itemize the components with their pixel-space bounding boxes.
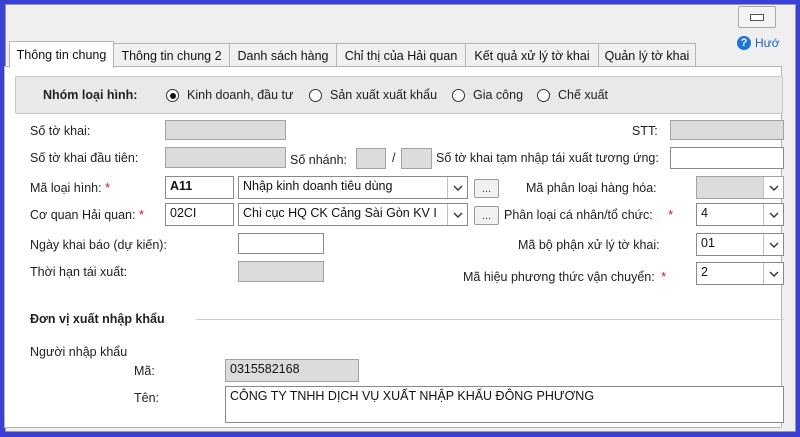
radio-che-xuat-label: Chế xuất xyxy=(558,88,609,102)
stt-field[interactable] xyxy=(670,120,784,140)
so-nhanh-total-field[interactable] xyxy=(401,148,432,169)
radio-gia-cong[interactable] xyxy=(452,89,465,102)
tab-thong-tin-chung[interactable]: Thông tin chung xyxy=(9,41,114,68)
tab-quan-ly-to-khai[interactable]: Quản lý tờ khai xyxy=(598,43,696,67)
tab-thong-tin-chung-2[interactable]: Thông tin chung 2 xyxy=(113,43,230,67)
co-quan-hai-quan-code[interactable]: 02CI xyxy=(165,203,234,226)
chevron-down-icon xyxy=(763,234,783,255)
so-nhanh-label: Số nhánh: xyxy=(290,153,347,167)
section-title: Đơn vị xuất nhập khẩu xyxy=(30,312,165,326)
stt-label: STT: xyxy=(632,124,658,138)
co-quan-hai-quan-label: Cơ quan Hải quan: * xyxy=(30,208,144,222)
radio-kinh-doanh-label: Kinh doanh, đầu tư xyxy=(187,88,294,102)
radio-che-xuat[interactable] xyxy=(537,89,550,102)
ma-loai-hinh-label: Mã loại hình: * xyxy=(30,181,110,195)
importer-name-field[interactable]: CÔNG TY TNHH DỊCH VỤ XUẤT NHẬP KHẨU ĐÔNG… xyxy=(225,386,784,423)
minimize-icon xyxy=(750,13,764,21)
so-nhanh-slash: / xyxy=(392,151,396,165)
help-link[interactable]: ? Hướ xyxy=(737,36,780,50)
radio-san-xuat-xuat-khau[interactable] xyxy=(309,89,322,102)
so-to-khai-dau-tien-label: Số tờ khai đầu tiên: xyxy=(30,151,139,165)
group-type-label: Nhóm loại hình: xyxy=(43,88,138,102)
ma-hieu-van-chuyen-select[interactable]: 2 xyxy=(696,262,784,285)
tab-danh-sach-hang[interactable]: Danh sách hàng xyxy=(229,43,337,67)
tab-chi-thi-hai-quan[interactable]: Chỉ thị của Hải quan xyxy=(336,43,466,67)
radio-kinh-doanh[interactable] xyxy=(166,89,179,102)
co-quan-hai-quan-select[interactable]: Chi cục HQ CK Cảng Sài Gòn KV I xyxy=(238,203,468,226)
ma-loai-hinh-select[interactable]: Nhập kinh doanh tiêu dùng xyxy=(238,176,468,199)
chevron-down-icon xyxy=(763,177,783,198)
ma-loai-hinh-desc: Nhập kinh doanh tiêu dùng xyxy=(243,179,393,193)
help-label: Hướ xyxy=(755,36,780,50)
ngay-khai-bao-label: Ngày khai báo (dự kiến): xyxy=(30,238,167,252)
help-icon: ? xyxy=(737,36,751,50)
ma-phan-loai-hang-hoa-select[interactable] xyxy=(696,176,784,199)
chevron-down-icon xyxy=(447,204,467,225)
co-quan-hai-quan-lookup-button[interactable]: ... xyxy=(474,206,499,225)
importer-code-field[interactable]: 0315582168 xyxy=(225,359,359,382)
chevron-down-icon xyxy=(763,204,783,225)
minimize-button[interactable] xyxy=(738,6,776,28)
ma-bo-phan-xu-ly-select[interactable]: 01 xyxy=(696,233,784,256)
thoi-han-tai-xuat-field[interactable] xyxy=(238,261,324,282)
co-quan-hai-quan-desc: Chi cục HQ CK Cảng Sài Gòn KV I xyxy=(243,206,437,220)
tam-nhap-field[interactable] xyxy=(670,147,784,169)
ma-loai-hinh-code[interactable]: A11 xyxy=(165,176,234,199)
ma-bo-phan-xu-ly-label: Mã bộ phận xử lý tờ khai: xyxy=(518,238,660,252)
so-to-khai-field[interactable] xyxy=(165,120,286,140)
chevron-down-icon xyxy=(763,263,783,284)
so-nhanh-field[interactable] xyxy=(356,148,386,169)
so-to-khai-dau-tien-field[interactable] xyxy=(165,147,286,168)
ngay-khai-bao-field[interactable] xyxy=(238,233,324,254)
tab-ket-qua-xu-ly[interactable]: Kết quả xử lý tờ khai xyxy=(465,43,599,67)
tam-nhap-label: Số tờ khai tạm nhập tái xuất tương ứng: xyxy=(436,151,659,165)
ma-hieu-van-chuyen-value: 2 xyxy=(701,265,708,279)
ma-phan-loai-hang-hoa-label: Mã phân loại hàng hóa: xyxy=(526,181,657,195)
phan-loai-ca-nhan-label: Phân loại cá nhân/tổ chức: * xyxy=(504,208,674,222)
phan-loai-ca-nhan-select[interactable]: 4 xyxy=(696,203,784,226)
so-to-khai-label: Số tờ khai: xyxy=(30,124,91,138)
ma-loai-hinh-lookup-button[interactable]: ... xyxy=(474,179,499,198)
chevron-down-icon xyxy=(447,177,467,198)
radio-gia-cong-label: Gia công xyxy=(473,88,524,102)
section-divider xyxy=(196,319,784,320)
radio-san-xuat-xuat-khau-label: Sản xuất xuất khẩu xyxy=(330,88,438,102)
thoi-han-tai-xuat-label: Thời hạn tái xuất: xyxy=(30,265,128,279)
ma-label: Mã: xyxy=(134,364,155,378)
ma-bo-phan-xu-ly-value: 01 xyxy=(701,236,715,250)
importer-label: Người nhập khẩu xyxy=(30,345,128,359)
ten-label: Tên: xyxy=(134,391,160,405)
ma-hieu-van-chuyen-label: Mã hiệu phương thức vận chuyển: * xyxy=(463,270,667,284)
phan-loai-ca-nhan-value: 4 xyxy=(701,206,708,220)
